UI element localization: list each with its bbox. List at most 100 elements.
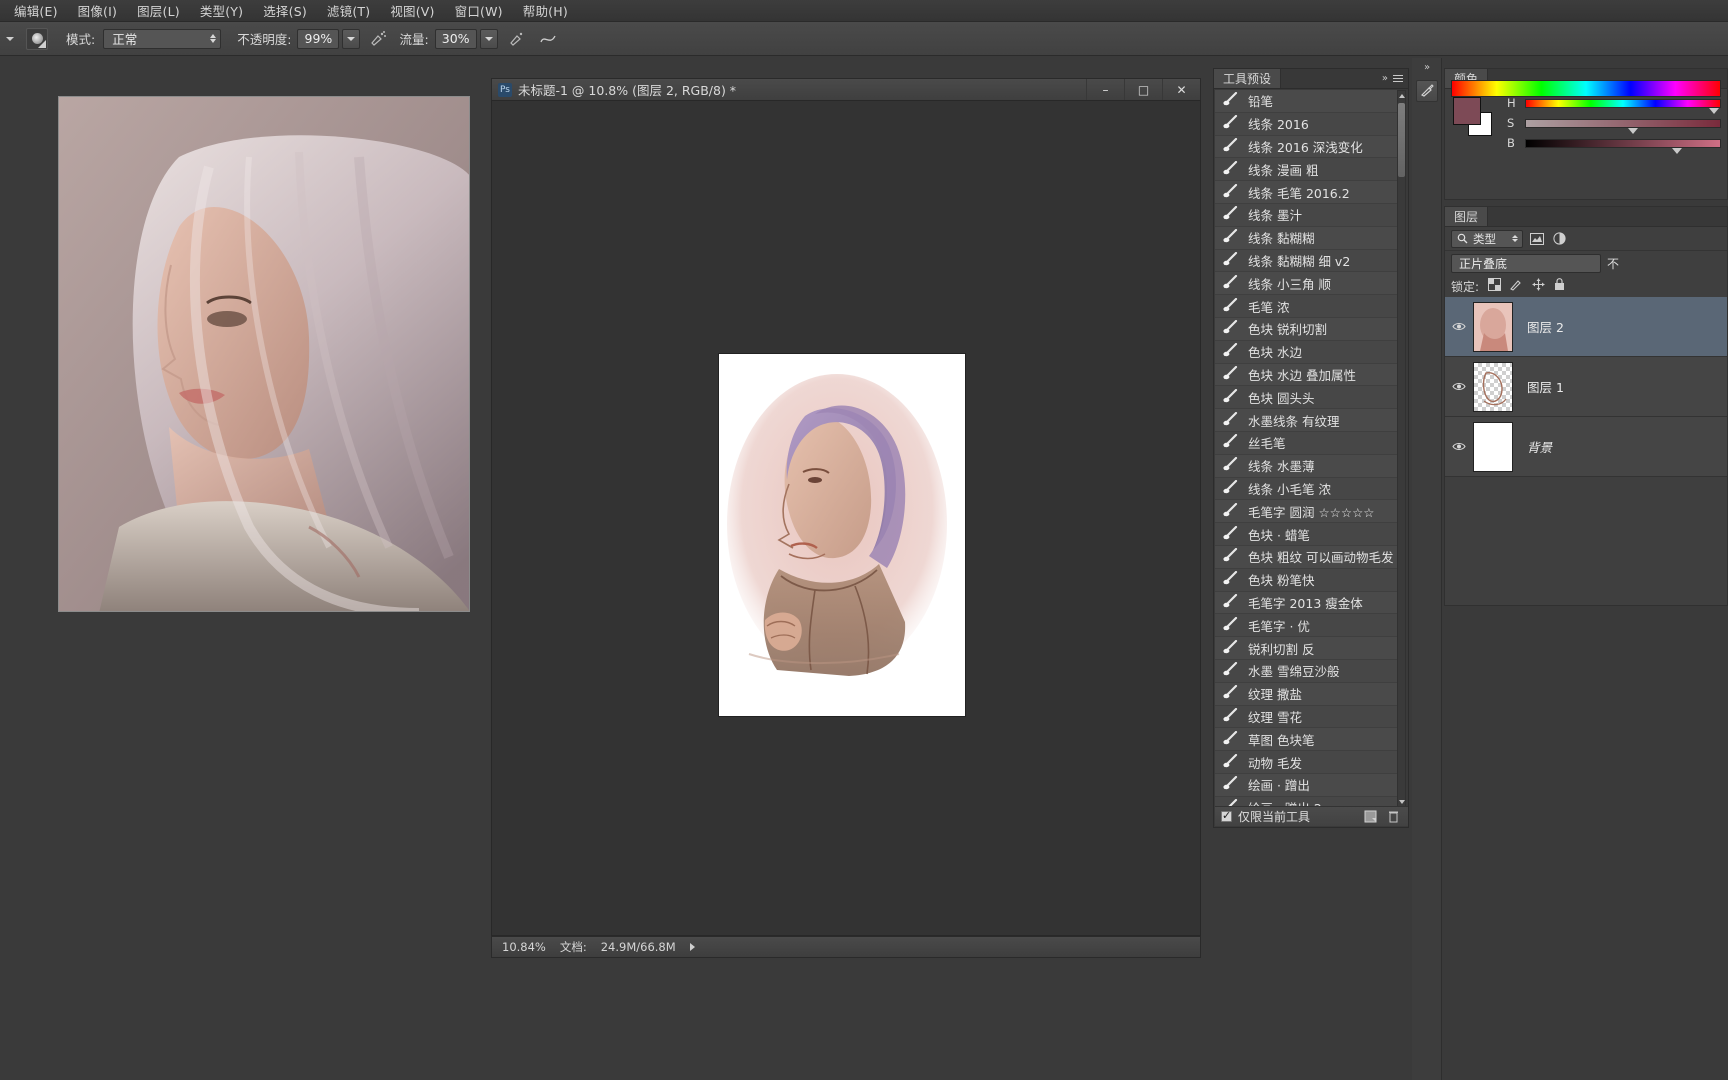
layer-thumbnail[interactable] [1473,301,1513,352]
layer-row[interactable]: 背景 [1445,417,1727,477]
lock-image-icon[interactable] [1510,278,1523,294]
tool-preset-item[interactable]: 丝毛笔 [1215,431,1399,455]
menu-view[interactable]: 视图(V) [380,0,444,23]
opacity-dropdown-button[interactable] [342,28,361,49]
tool-preset-item[interactable]: 绘画 · 蹭出 [1215,773,1399,797]
tool-preset-item[interactable]: 毛笔字 2013 瘦金体 [1215,591,1399,615]
layer-row[interactable]: 图层 1 [1445,357,1727,417]
tool-preset-item[interactable]: 色块 · 蜡笔 [1215,523,1399,546]
canvas-area[interactable] [491,100,1201,936]
new-preset-icon[interactable] [1362,809,1379,824]
slider-knob[interactable] [1627,127,1638,134]
current-tool-only-checkbox[interactable] [1221,809,1232,822]
tool-preset-item[interactable]: 色块 锐利切割 [1215,317,1399,341]
tool-presets-scrollbar[interactable] [1397,90,1406,808]
opacity-input[interactable]: 99% [297,28,340,49]
tool-preset-item[interactable]: 线条 2016 深浅变化 [1215,135,1399,159]
layer-visibility-toggle[interactable] [1445,441,1473,452]
layer-visibility-toggle[interactable] [1445,321,1473,332]
reference-image-window[interactable] [58,96,470,612]
lock-all-icon[interactable] [1554,278,1565,294]
lock-position-icon[interactable] [1532,278,1545,294]
foreground-color-swatch[interactable] [1453,97,1481,125]
close-button[interactable]: ✕ [1162,79,1200,100]
tool-preset-item[interactable]: 动物 毛发 [1215,751,1399,774]
tool-preset-item[interactable]: 毛笔字 · 优 [1215,614,1399,638]
blend-mode-select[interactable]: 正常 [103,28,222,49]
double-chevron-right-icon[interactable]: » [1382,73,1388,84]
tool-preset-item[interactable]: 水墨 雪绵豆沙般 [1215,659,1399,683]
tool-preset-item[interactable]: 线条 漫画 粗 [1215,158,1399,182]
flow-dropdown-button[interactable] [479,28,498,49]
scrollbar-thumb[interactable] [1398,103,1405,177]
scroll-up-arrow-icon[interactable] [1398,91,1405,101]
tool-preset-item[interactable]: 水墨线条 有纹理 [1215,409,1399,432]
menu-type[interactable]: 类型(Y) [190,0,253,23]
tool-preset-item[interactable]: 色块 圆头头 [1215,386,1399,410]
adjustment-filter-icon[interactable] [1551,231,1567,247]
document-title-bar[interactable]: Ps 未标题-1 @ 10.8% (图层 2, RGB/8) * – □ ✕ [491,78,1201,100]
menu-edit[interactable]: 编辑(E) [4,0,68,23]
maximize-button[interactable]: □ [1124,79,1162,100]
tool-preset-item[interactable]: 线条 毛笔 2016.2 [1215,181,1399,204]
layer-row[interactable]: 图层 2 [1445,297,1727,357]
trash-icon[interactable] [1385,809,1402,824]
tool-preset-item[interactable]: 色块 粗纹 可以画动物毛发 [1215,545,1399,569]
layer-visibility-toggle[interactable] [1445,381,1473,392]
zoom-level[interactable]: 10.84% [502,940,546,954]
lock-transparent-icon[interactable] [1488,278,1502,294]
airbrush-icon[interactable] [369,30,387,48]
tool-preset-item[interactable]: 线条 黏糊糊 [1215,226,1399,250]
tool-preset-item[interactable]: 线条 墨汁 [1215,203,1399,227]
airbrush-toggle-icon[interactable] [507,30,525,48]
color-channel-b[interactable]: B [1507,133,1721,154]
tool-preset-item[interactable]: 色块 粉笔快 [1215,568,1399,592]
tool-preset-item[interactable]: 毛笔字 圆润 ☆☆☆☆☆ [1215,500,1399,524]
layer-thumbnail[interactable] [1473,421,1513,472]
brush-preset-picker[interactable] [26,27,48,50]
menu-select[interactable]: 选择(S) [253,0,317,23]
panel-menu-icon[interactable] [1393,74,1403,83]
brush-settings-rail-button[interactable] [1416,80,1438,102]
channel-slider[interactable] [1525,118,1721,134]
tool-preset-item[interactable]: 铅笔 [1215,90,1399,113]
tool-preset-item[interactable]: 锐利切割 反 [1215,637,1399,660]
artboard[interactable] [719,354,965,716]
tool-preset-item[interactable]: 毛笔 浓 [1215,295,1399,318]
color-channel-s[interactable]: S [1507,113,1721,134]
tool-preset-item[interactable]: 纹理 雪花 [1215,705,1399,729]
tool-preset-item[interactable]: 线条 小三角 顺 [1215,272,1399,296]
minimize-button[interactable]: – [1086,79,1124,100]
tab-layers[interactable]: 图层 [1445,207,1489,226]
slider-knob[interactable] [1672,147,1683,154]
tool-preset-item[interactable]: 线条 黏糊糊 细 v2 [1215,249,1399,273]
collapse-dock-icon[interactable]: » [1412,58,1441,73]
channel-slider[interactable] [1525,138,1721,154]
layers-list[interactable]: 图层 2 图层 1 背景 [1445,297,1727,477]
smoothing-icon[interactable] [539,30,557,48]
tool-preset-item[interactable]: 色块 水边 [1215,340,1399,364]
color-spectrum-bar[interactable] [1451,80,1721,97]
tab-tool-presets[interactable]: 工具预设 [1214,69,1282,88]
channel-slider[interactable] [1525,98,1721,114]
brush-size-caret-icon[interactable] [6,36,14,41]
tool-presets-list[interactable]: 铅笔 线条 2016 线条 2016 深浅变化 线条 漫画 粗线条 毛笔 2016.2… [1215,90,1399,808]
tool-preset-item[interactable]: 色块 水边 叠加属性 [1215,363,1399,387]
menu-filter[interactable]: 滤镜(T) [317,0,380,23]
tool-preset-item[interactable]: 线条 水墨薄 [1215,454,1399,478]
layer-thumbnail[interactable] [1473,361,1513,412]
menu-image[interactable]: 图像(I) [68,0,127,23]
tool-preset-item[interactable]: 纹理 撒盐 [1215,682,1399,706]
layer-blend-mode-select[interactable]: 正片叠底 [1451,253,1601,273]
slider-knob[interactable] [1709,107,1720,114]
menu-help[interactable]: 帮助(H) [513,0,578,23]
status-arrow-icon[interactable] [689,943,695,951]
flow-input[interactable]: 30% [434,28,477,49]
tool-preset-item[interactable]: 线条 2016 [1215,112,1399,136]
tool-preset-item[interactable]: 线条 小毛笔 浓 [1215,477,1399,501]
menu-layer[interactable]: 图层(L) [127,0,190,23]
pixel-filter-icon[interactable] [1529,231,1545,247]
menu-window[interactable]: 窗口(W) [445,0,513,23]
tool-preset-item[interactable]: 草图 色块笔 [1215,728,1399,752]
layer-filter-select[interactable]: 类型 [1451,229,1523,248]
